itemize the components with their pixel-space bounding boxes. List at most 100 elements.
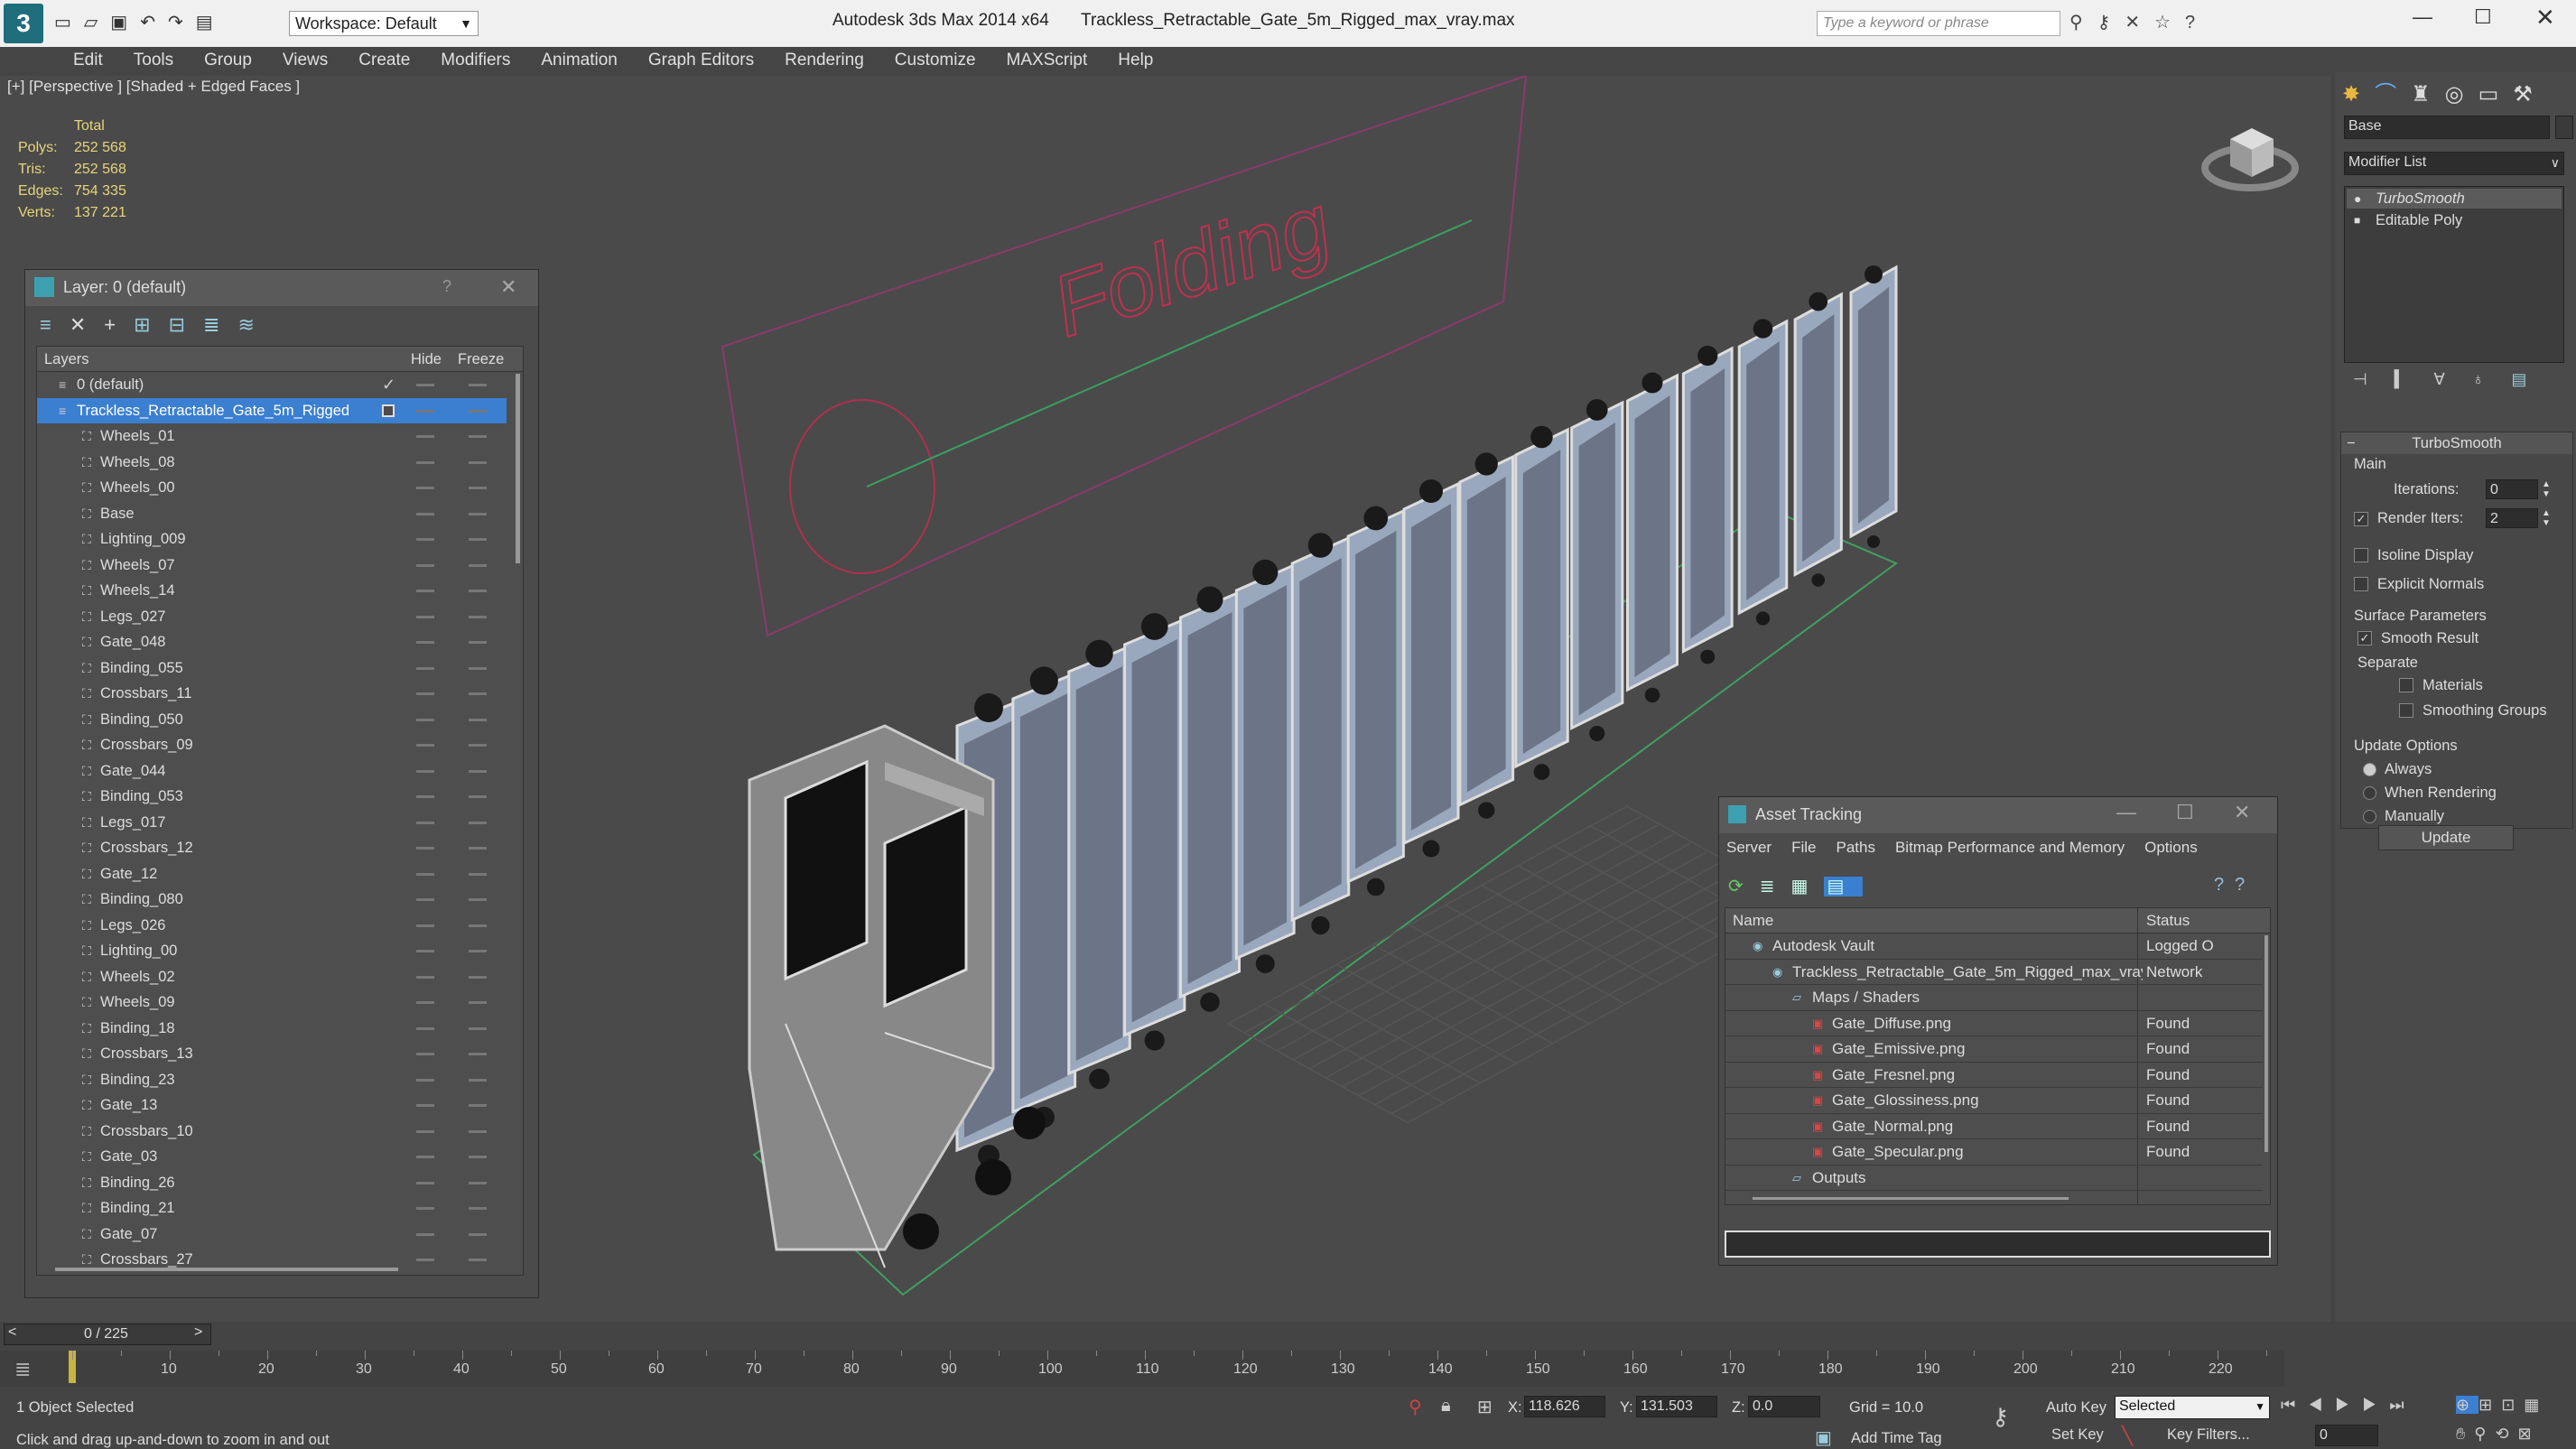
menu-graph-editors[interactable]: Graph Editors [633, 47, 769, 74]
spinner-arrows-icon[interactable]: ▲ ▼ [2542, 479, 2551, 499]
layer-row[interactable]: ⛶ Binding_23 [37, 1067, 507, 1093]
hide-toggle[interactable] [416, 692, 434, 695]
freeze-toggle[interactable] [469, 1232, 487, 1236]
layer-help-button[interactable]: ? [442, 277, 451, 296]
hide-toggle[interactable] [416, 1078, 434, 1082]
vault-help-icon[interactable]: ? [2214, 875, 2235, 895]
highlight-layer-icon[interactable]: ⊟ [169, 313, 203, 336]
exchange-icon[interactable]: ✕ [2125, 13, 2154, 33]
freeze-toggle[interactable] [469, 692, 487, 695]
layer-row[interactable]: ⛶ Binding_21 [37, 1195, 507, 1221]
current-frame-field[interactable]: 0 [2315, 1425, 2378, 1446]
help-icon[interactable]: ? [2185, 13, 2209, 33]
spinner-arrows-icon[interactable]: ▲ ▼ [2542, 508, 2551, 528]
key-icon[interactable]: ⚷ [2097, 13, 2125, 33]
freeze-toggle[interactable] [469, 1156, 487, 1158]
freeze-toggle[interactable] [469, 1078, 487, 1082]
new-file-icon[interactable]: ▭ [54, 13, 84, 33]
orbit-icon[interactable]: ⟲ [2495, 1425, 2517, 1443]
layer-row[interactable]: ⛶ Legs_026 [37, 913, 507, 939]
key-tangent-icon[interactable]: ╲ [2122, 1425, 2133, 1447]
add-to-layer-icon[interactable]: + [104, 313, 134, 336]
freeze-toggle[interactable] [469, 744, 487, 747]
menu-help[interactable]: Help [1102, 47, 1168, 74]
hide-toggle[interactable] [416, 563, 434, 567]
freeze-toggle[interactable] [469, 769, 487, 773]
key-mode-icon[interactable]: ⚷ [1992, 1403, 2009, 1431]
lightbulb-icon[interactable]: ● [2354, 189, 2361, 209]
layer-row[interactable]: ⛶ Gate_12 [37, 861, 507, 887]
display-tab-icon[interactable]: ▭ [2478, 82, 2514, 107]
render-iters-checkbox[interactable]: ✓ [2354, 512, 2368, 526]
layer-color-swatch[interactable] [382, 404, 395, 417]
z-coordinate-field[interactable]: 0.0 [1748, 1396, 1820, 1417]
field-of-view-icon[interactable]: ▦ [2524, 1396, 2548, 1414]
hide-all-icon[interactable]: ≣ [203, 313, 237, 336]
layer-row[interactable]: ⛶ Legs_017 [37, 810, 507, 836]
asset-row[interactable]: ▣ Gate_Emissive.png Found [1725, 1036, 2263, 1063]
layer-row[interactable]: ⛶ Wheels_09 [37, 989, 507, 1016]
layer-row[interactable]: ⛶ Binding_053 [37, 784, 507, 810]
layer-row[interactable]: ⛶ Binding_18 [37, 1016, 507, 1042]
show-end-result-icon[interactable]: ▍ [2395, 370, 2434, 388]
search-input[interactable]: Type a keyword or phrase [1818, 15, 1989, 31]
hide-toggle[interactable] [416, 1053, 434, 1055]
utilities-tab-icon[interactable]: ⚒ [2513, 82, 2547, 107]
make-unique-icon[interactable]: ∀ [2434, 370, 2472, 388]
asset-vscrollbar[interactable] [2264, 935, 2268, 1152]
freeze-toggle[interactable] [469, 384, 487, 386]
layer-row[interactable]: ⛶ Gate_048 [37, 629, 507, 655]
layer-row[interactable]: ⛶ Gate_044 [37, 758, 507, 785]
prev-frame-icon[interactable]: ◀ [2308, 1396, 2335, 1414]
layer-row[interactable]: ⛶ Lighting_009 [37, 526, 507, 553]
freeze-toggle[interactable] [469, 641, 487, 644]
asset-menu-options[interactable]: Options [2144, 839, 2198, 856]
hide-toggle[interactable] [416, 898, 434, 901]
track-bar[interactable]: ≣ 10 20 30 40 50 60 70 80 90 100 110 120 130 140 150 16… [0, 1351, 2284, 1387]
freeze-toggle[interactable] [469, 460, 487, 464]
layer-row[interactable]: ⛶ Wheels_08 [37, 450, 507, 476]
play-icon[interactable]: ▶ [2335, 1396, 2362, 1414]
object-color-swatch[interactable] [2555, 116, 2573, 139]
zoom-icon[interactable]: ⊕ [2456, 1396, 2479, 1414]
freeze-toggle[interactable] [469, 563, 487, 567]
delete-layer-icon[interactable]: ✕ [70, 313, 104, 336]
undo-icon[interactable]: ↶ [140, 13, 168, 33]
y-coordinate-field[interactable]: 131.503 [1636, 1396, 1717, 1417]
layer-row[interactable]: ⛶ Wheels_14 [37, 578, 507, 604]
layer-row[interactable]: ⛶ Crossbars_11 [37, 681, 507, 707]
slider-prev-icon[interactable]: < [8, 1324, 16, 1341]
layer-row[interactable]: ⛶ Crossbars_12 [37, 835, 507, 861]
asset-menu-paths[interactable]: Paths [1836, 839, 1874, 856]
minimize-icon[interactable]: — [2116, 801, 2136, 824]
asset-hscrollbar[interactable] [1753, 1197, 2069, 1200]
slider-next-icon[interactable]: > [194, 1324, 202, 1341]
menu-views[interactable]: Views [267, 47, 343, 74]
layer-row[interactable]: ⛶ Base [37, 501, 507, 527]
freeze-toggle[interactable] [469, 1026, 487, 1030]
zoom-all-icon[interactable]: ⊞ [2478, 1396, 2501, 1414]
rollout-header[interactable]: − TurboSmooth [2341, 432, 2572, 454]
hide-toggle[interactable] [416, 821, 434, 824]
close-icon[interactable]: ✕ [2234, 801, 2250, 824]
layer-row[interactable]: ⛶ Crossbars_10 [37, 1119, 507, 1145]
hide-toggle[interactable] [416, 1156, 434, 1158]
active-layer-check-icon[interactable]: ✓ [382, 372, 395, 398]
refresh-icon[interactable]: ⟳ [1728, 877, 1760, 896]
layer-row[interactable]: ⛶ Binding_26 [37, 1170, 507, 1196]
layer-row[interactable]: ⛶ Lighting_00 [37, 938, 507, 964]
layer-row[interactable]: ⛶ Crossbars_09 [37, 732, 507, 758]
col-hide[interactable]: Hide [411, 347, 442, 372]
layer-row[interactable]: ⛶ Wheels_01 [37, 423, 507, 450]
layer-row[interactable]: ⛶ Binding_080 [37, 887, 507, 913]
freeze-toggle[interactable] [469, 512, 487, 516]
col-name[interactable]: Name [1733, 908, 1773, 933]
render-iters-spinner[interactable]: 2 [2486, 508, 2538, 528]
layer-row[interactable]: ⛶ Gate_13 [37, 1092, 507, 1119]
add-time-tag[interactable]: Add Time Tag [1851, 1430, 1942, 1447]
menu-maxscript[interactable]: MAXScript [991, 47, 1103, 74]
create-tab-icon[interactable]: ✸ [2342, 82, 2375, 107]
select-objects-icon[interactable]: ⊞ [134, 313, 168, 336]
time-tag-icon[interactable]: ▣ [1815, 1426, 1832, 1449]
freeze-toggle[interactable] [469, 1104, 487, 1107]
